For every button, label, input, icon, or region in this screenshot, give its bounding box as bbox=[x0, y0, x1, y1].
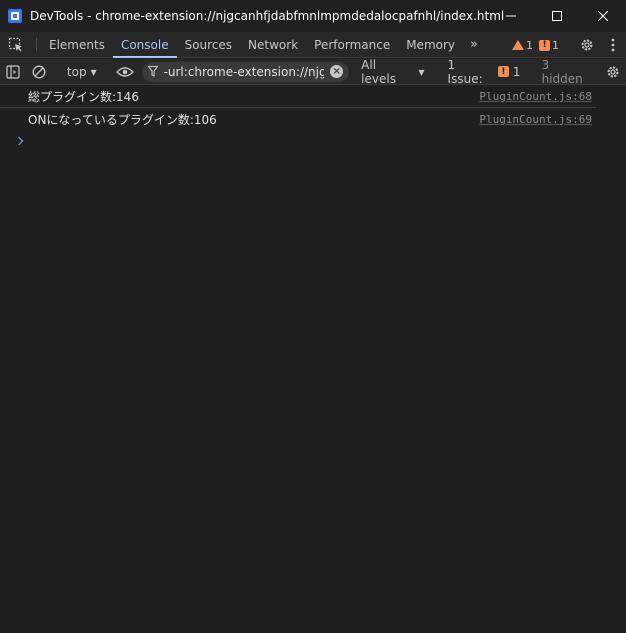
context-value: top bbox=[66, 64, 87, 79]
clear-console-button[interactable] bbox=[26, 59, 52, 85]
tab-elements[interactable]: Elements bbox=[41, 32, 113, 57]
panel-tabbar: Elements Console Sources Network Perform… bbox=[0, 32, 626, 58]
tab-performance[interactable]: Performance bbox=[306, 32, 398, 57]
close-icon bbox=[598, 11, 608, 21]
warnings-counter[interactable]: 1 bbox=[512, 39, 533, 52]
console-settings-button[interactable] bbox=[600, 59, 626, 85]
console-message: 総プラグイン数:146 PluginCount.js:68 bbox=[0, 86, 596, 108]
levels-label: All levels bbox=[361, 57, 396, 86]
tab-memory[interactable]: Memory bbox=[398, 32, 463, 57]
sidebar-icon bbox=[6, 64, 20, 79]
minimize-button[interactable] bbox=[488, 0, 534, 32]
message-source-link[interactable]: PluginCount.js:69 bbox=[479, 113, 592, 126]
maximize-button[interactable] bbox=[534, 0, 580, 32]
errors-counter[interactable]: ! 1 bbox=[539, 39, 559, 52]
message-text: ONになっているプラグイン数:106 bbox=[28, 112, 217, 127]
issues-count: 1 bbox=[512, 64, 521, 79]
tab-console[interactable]: Console bbox=[112, 32, 177, 58]
inspect-icon bbox=[8, 37, 22, 51]
hidden-messages-count: 3 hidden bbox=[541, 57, 583, 86]
gear-icon bbox=[607, 66, 619, 77]
chevron-double-right-icon: » bbox=[470, 37, 478, 52]
log-levels-dropdown[interactable]: All levels ▾ bbox=[353, 58, 432, 86]
window-controls bbox=[488, 0, 626, 32]
toggle-sidebar-button[interactable] bbox=[0, 59, 26, 85]
divider bbox=[36, 38, 37, 51]
clear-filter-icon[interactable]: × bbox=[330, 65, 344, 78]
maximize-icon bbox=[552, 11, 562, 21]
console-prompt[interactable] bbox=[0, 130, 626, 152]
context-selector[interactable]: top ▾ bbox=[61, 65, 103, 79]
issue-icon: ! bbox=[497, 66, 509, 77]
caret-down-icon: ▾ bbox=[418, 64, 425, 79]
settings-button[interactable] bbox=[574, 32, 600, 58]
console-toolbar: top ▾ -url:chrome-extension://njgcanhfjd… bbox=[0, 57, 626, 86]
message-source-link[interactable]: PluginCount.js:68 bbox=[479, 90, 592, 103]
filter-icon bbox=[147, 66, 158, 77]
live-expression-button[interactable] bbox=[112, 59, 138, 85]
more-tabs-button[interactable]: » bbox=[463, 32, 485, 57]
warnings-count: 1 bbox=[526, 38, 533, 52]
tab-sources[interactable]: Sources bbox=[177, 32, 240, 57]
issues-button[interactable]: 1 Issue: ! 1 bbox=[442, 58, 527, 86]
console-output[interactable]: 総プラグイン数:146 PluginCount.js:68 ONになっているプラ… bbox=[0, 86, 626, 633]
tab-network[interactable]: Network bbox=[240, 32, 306, 57]
title-bar: DevTools - chrome-extension://njgcanhfjd… bbox=[0, 0, 626, 32]
minimize-icon bbox=[506, 15, 516, 17]
devtools-icon bbox=[8, 9, 22, 23]
filter-value: -url:chrome-extension://njgcanhfjdabfmnl… bbox=[163, 64, 325, 79]
kebab-menu-icon bbox=[611, 38, 615, 52]
close-button[interactable] bbox=[580, 0, 626, 32]
message-text: 総プラグイン数:146 bbox=[28, 90, 139, 104]
window-title: DevTools - chrome-extension://njgcanhfjd… bbox=[30, 9, 505, 23]
errors-count: 1 bbox=[552, 38, 559, 52]
gear-icon bbox=[581, 39, 593, 51]
tabbar-right: 1 ! 1 bbox=[512, 32, 626, 58]
clear-icon bbox=[32, 65, 46, 78]
more-options-button[interactable] bbox=[600, 32, 626, 58]
filter-input[interactable]: -url:chrome-extension://njgcanhfjdabfmnl… bbox=[141, 61, 350, 82]
issues-label: 1 Issue: bbox=[447, 57, 483, 86]
inspect-element-button[interactable] bbox=[0, 32, 32, 57]
warning-icon bbox=[512, 40, 524, 50]
caret-down-icon: ▾ bbox=[90, 64, 97, 79]
issue-icon: ! bbox=[539, 39, 550, 51]
prompt-chevron-icon bbox=[14, 136, 24, 146]
console-message: ONになっているプラグイン数:106 PluginCount.js:69 bbox=[0, 108, 596, 130]
eye-icon bbox=[115, 66, 134, 77]
